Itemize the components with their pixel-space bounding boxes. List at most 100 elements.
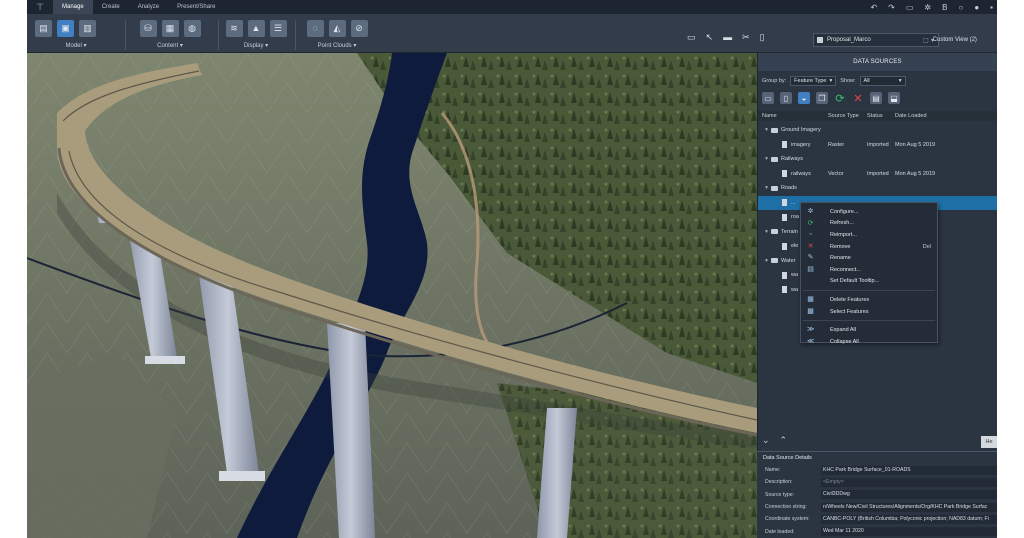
expand-down-icon[interactable]: ⌄ xyxy=(762,435,770,446)
remove-icon[interactable]: ✕ xyxy=(852,92,864,105)
group-by-select[interactable]: Feature Type ▾ xyxy=(790,76,837,86)
show-select[interactable]: All ▾ xyxy=(859,76,906,86)
chevron-down-icon[interactable]: ▾ xyxy=(762,229,771,235)
detail-description-field[interactable]: <Empty> xyxy=(821,477,997,487)
chevron-down-icon[interactable]: ▾ xyxy=(762,258,771,264)
menu-item-set-default-tooltip[interactable]: Set Default Tooltip... xyxy=(801,276,937,288)
refresh-icon[interactable]: ⟳ xyxy=(834,92,846,105)
collapse-up-icon[interactable]: ⌃ xyxy=(780,435,788,446)
tab-manage[interactable]: Manage xyxy=(53,0,93,14)
add-data-source-icon[interactable]: ▭ xyxy=(762,92,774,104)
point-cloud-icon[interactable]: ◌ xyxy=(306,19,324,37)
tab-create[interactable]: Create xyxy=(93,0,129,14)
tree-item-name: roa xyxy=(791,214,799,221)
select-cursor-icon[interactable]: ↖ xyxy=(706,32,714,43)
help-icon[interactable]: ▪ xyxy=(990,3,993,12)
menu-item-reimport[interactable]: ▫ Reimport... xyxy=(801,229,937,241)
data-source-details: Data Source Details Name: KHC Park Bridge… xyxy=(757,451,997,538)
menu-item-delete-features[interactable]: ▦ Delete Features xyxy=(801,294,937,306)
account-icon[interactable]: ● xyxy=(974,3,979,12)
file-icon xyxy=(782,170,787,178)
menu-item-collapse-all[interactable]: ≪ Collapse All xyxy=(801,336,937,348)
point-cloud-terrain-icon[interactable]: ◭ xyxy=(328,19,346,37)
chevron-down-icon[interactable]: ▾ xyxy=(762,127,771,133)
export-icon[interactable]: ⬓ xyxy=(888,92,900,104)
menu-item-reconnect[interactable]: ▤ Reconnect... xyxy=(801,264,937,276)
detail-name-field[interactable]: KHC Park Bridge Surface_01-ROADS xyxy=(821,465,997,475)
menu-item-rename[interactable]: ✎ Rename xyxy=(801,252,937,264)
copy-icon[interactable]: ❐ xyxy=(816,92,828,104)
chevron-down-icon[interactable]: ▾ xyxy=(762,156,771,162)
ribbon-group-display-label[interactable]: Display xyxy=(244,43,264,49)
chevron-down-icon[interactable]: ▾ xyxy=(762,185,771,191)
ribbon-group-model-label[interactable]: Model xyxy=(65,43,81,49)
undo-icon[interactable]: ↶ xyxy=(870,3,877,12)
gear-icon[interactable]: ✲ xyxy=(924,3,931,12)
detail-coordinate-system-field[interactable]: CANBC-POLY (British Columbia; Polyconic … xyxy=(821,514,997,524)
custom-view-button[interactable]: ⬚ Custom View (2) xyxy=(923,33,977,47)
save-icon[interactable]: ▭ xyxy=(906,3,914,12)
tree-group-label: Roads xyxy=(781,185,797,192)
file-icon xyxy=(782,213,787,221)
styles-icon[interactable]: ▦ xyxy=(161,19,179,37)
menu-item-label: Expand All xyxy=(830,327,856,334)
terrain-icon[interactable]: ▲ xyxy=(247,19,265,37)
tree-group-row[interactable]: ▾ Roads xyxy=(758,181,997,196)
model-properties-icon[interactable]: ▤ xyxy=(35,19,52,37)
column-header-status[interactable]: Status xyxy=(867,111,883,121)
trim-icon[interactable]: ✂ xyxy=(742,32,750,43)
ribbon-group-point-clouds-label[interactable]: Point Clouds xyxy=(318,43,352,49)
search-icon[interactable]: ○ xyxy=(958,3,963,12)
help-button[interactable]: He xyxy=(981,436,997,448)
proposal-select-value: Proposal_Marco xyxy=(827,37,871,43)
select-features-icon: ▩ xyxy=(807,307,814,315)
tree-group-row[interactable]: ▾ Railways xyxy=(758,152,997,167)
proposal-select[interactable]: Proposal_Marco ▾ xyxy=(813,33,939,47)
column-header-date-loaded[interactable]: Date Loaded xyxy=(895,111,927,121)
tab-analyze[interactable]: Analyze xyxy=(129,0,168,14)
menu-divider xyxy=(803,290,935,292)
connect-icon[interactable]: ◒ xyxy=(798,92,810,104)
detail-label: Connection string: xyxy=(765,504,807,511)
tree-item-name: imagery xyxy=(791,141,811,148)
details-title: Data Source Details xyxy=(757,451,997,464)
detail-row: Coordinate system: CANBC-POLY (British Co… xyxy=(757,513,997,525)
menu-item-expand-all[interactable]: ≫ Expand All xyxy=(801,324,937,336)
redo-icon[interactable]: ↷ xyxy=(888,3,895,12)
tree-item-name: wa xyxy=(791,272,799,279)
app-logo-icon[interactable]: ⊤ xyxy=(27,0,53,14)
tree-item-type: Raster xyxy=(828,141,845,148)
menu-item-configure[interactable]: ✲ Configure... xyxy=(801,206,937,218)
menu-item-label: Remove xyxy=(830,243,851,250)
detail-connection-string-field[interactable]: n/Wheels New/Civil Structures/Alignments… xyxy=(821,502,997,512)
file-icon[interactable]: ▯ xyxy=(780,92,792,104)
tree-item-row[interactable]: railways Vector Imported Mon Aug 5 2019 xyxy=(758,167,997,182)
database-icon[interactable]: ⛁ xyxy=(139,19,157,37)
tree-group-row[interactable]: ▾ Ground Imagery xyxy=(758,123,997,138)
tree-item-name: railways xyxy=(791,170,811,177)
menu-item-label: Configure... xyxy=(830,208,859,215)
themes-icon[interactable]: ☰ xyxy=(269,19,287,37)
detail-source-type-field[interactable]: Civil3DDwg xyxy=(821,490,997,500)
bim-icon[interactable]: B xyxy=(942,3,947,12)
column-header-source-type[interactable]: Source Type xyxy=(828,111,859,121)
file-icon xyxy=(782,242,787,250)
ribbon-group-content-label[interactable]: Content xyxy=(157,43,178,49)
properties-icon[interactable]: ▤ xyxy=(870,92,882,104)
tab-present-share[interactable]: Present/Share xyxy=(168,0,224,14)
tree-item-row[interactable]: imagery Raster Imported Mon Aug 5 2019 xyxy=(758,138,997,153)
menu-item-remove[interactable]: ✕ Remove Del xyxy=(801,241,937,253)
layers-icon[interactable]: ≋ xyxy=(225,19,243,37)
panel-icon[interactable]: ▯ xyxy=(760,32,765,43)
menu-item-select-features[interactable]: ▩ Select Features xyxy=(801,306,937,318)
column-header-name[interactable]: Name xyxy=(762,111,777,121)
measure-icon[interactable]: ▬ xyxy=(723,32,732,43)
point-cloud-off-icon[interactable]: ⊘ xyxy=(350,19,368,37)
model-settings-icon[interactable]: ▥ xyxy=(79,19,96,37)
3d-viewport[interactable] xyxy=(27,53,757,538)
model-builder-icon[interactable]: ◍ xyxy=(183,19,201,37)
model-explorer-icon[interactable]: ▣ xyxy=(57,19,74,37)
monitor-icon[interactable]: ▭ xyxy=(687,32,696,43)
menu-item-refresh[interactable]: ⟳ Refresh... xyxy=(801,218,937,230)
detail-date-loaded-field[interactable]: Wed Mar 11 2020 xyxy=(821,527,997,537)
